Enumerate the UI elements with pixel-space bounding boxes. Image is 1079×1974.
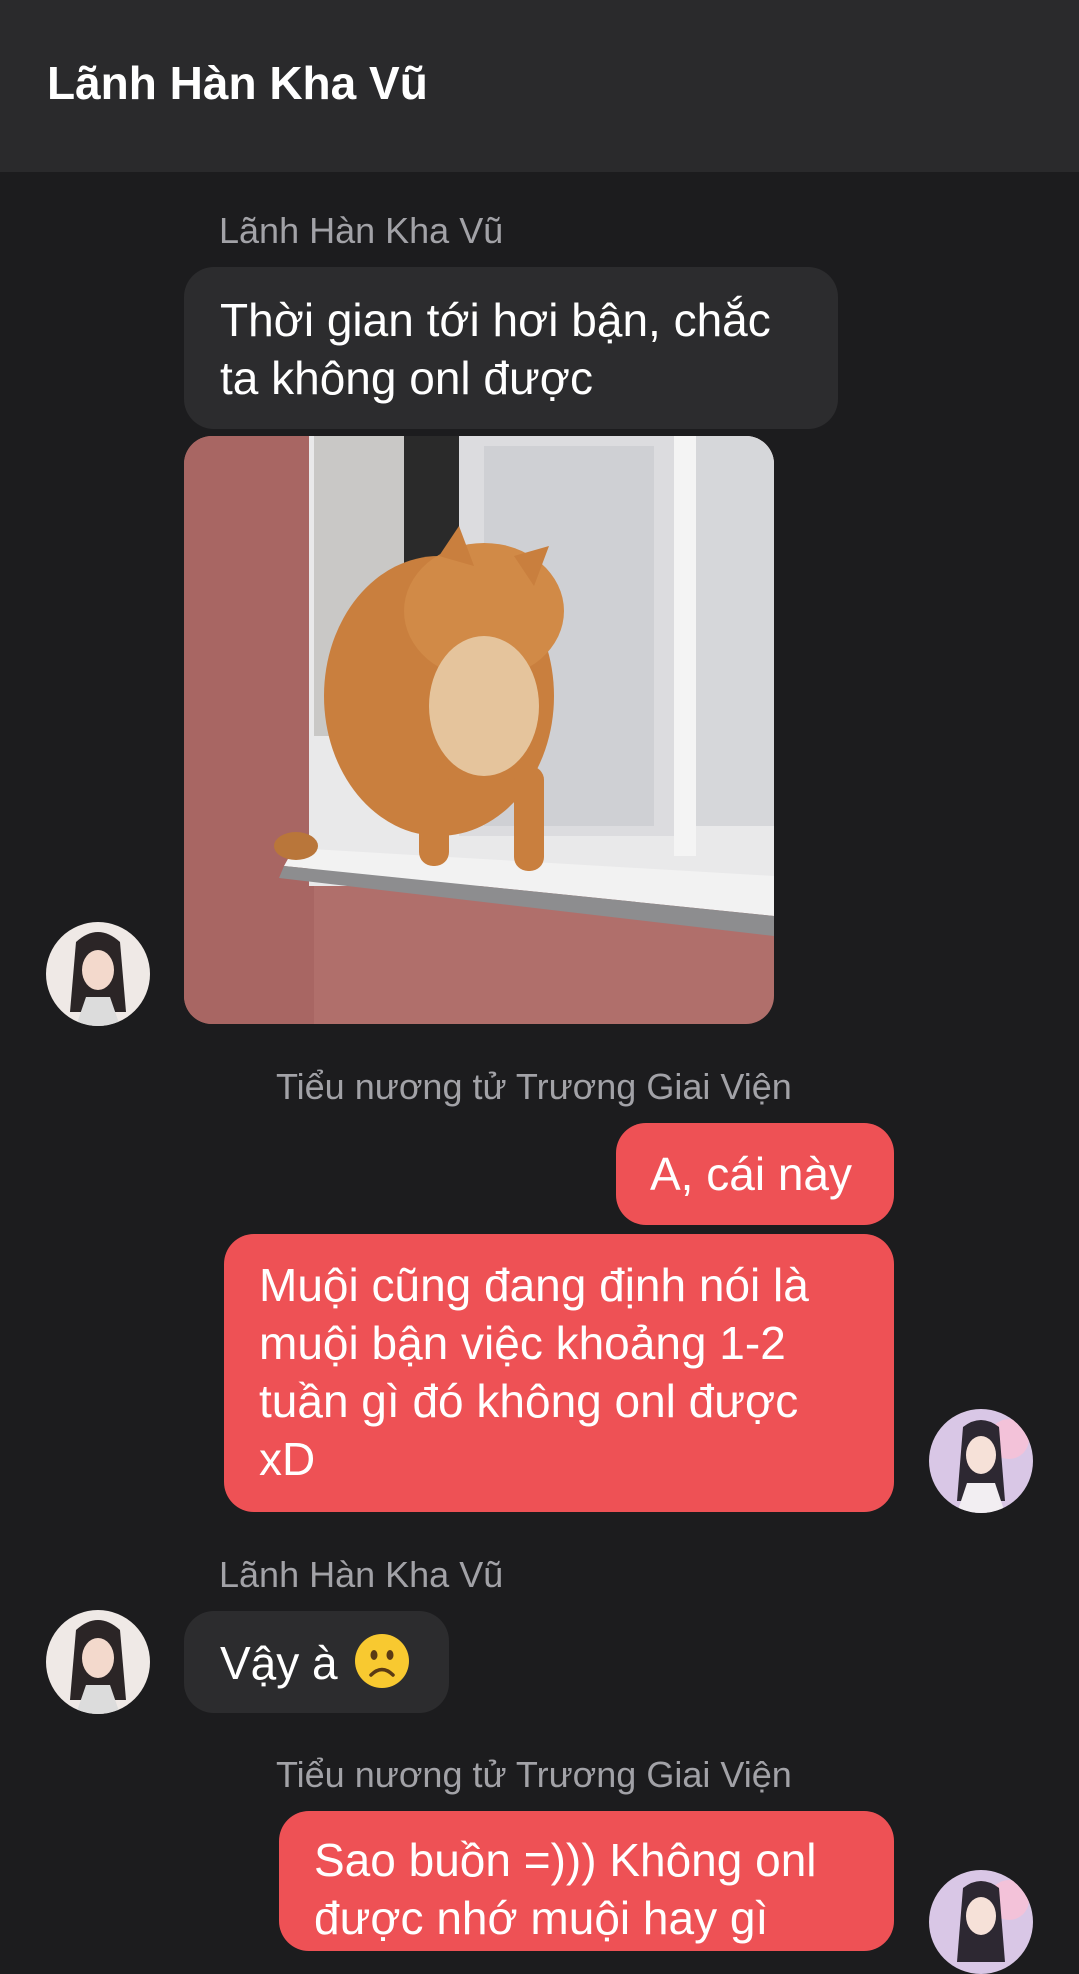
message-line: tuần gì đó không onl được	[259, 1375, 799, 1427]
sender-name: Tiểu nương tử Trương Giai Viện	[276, 1066, 792, 1107]
chat-title[interactable]: Lãnh Hàn Kha Vũ	[47, 56, 428, 110]
message-line: ta không onl được	[220, 352, 593, 404]
frowning-face-icon	[354, 1633, 410, 1689]
sender-name: Tiểu nương tử Trương Giai Viện	[276, 1754, 792, 1795]
message-line: Muội cũng đang định nói là	[259, 1259, 809, 1311]
contact-avatar[interactable]	[46, 1610, 150, 1714]
message-line: Sao buồn =))) Không onl	[314, 1834, 817, 1886]
message-bubble[interactable]: Vậy à	[184, 1611, 449, 1713]
user-avatar[interactable]	[929, 1870, 1033, 1974]
message-line: được nhớ muội hay gì	[314, 1892, 769, 1944]
user-avatar[interactable]	[929, 1409, 1033, 1513]
message-bubble[interactable]: Sao buồn =))) Không onl được nhớ muội ha…	[279, 1811, 894, 1951]
sender-name: Lãnh Hàn Kha Vũ	[219, 210, 504, 251]
message-line: A, cái này	[650, 1148, 852, 1200]
message-bubble[interactable]: Muội cũng đang định nói là muội bận việc…	[224, 1234, 894, 1512]
message-text: Vậy à	[220, 1637, 338, 1689]
message-bubble[interactable]: Thời gian tới hơi bận, chắc ta không onl…	[184, 267, 838, 429]
cat-photo[interactable]	[184, 436, 774, 1024]
message-bubble[interactable]: A, cái này	[616, 1123, 894, 1225]
message-line: muội bận việc khoảng 1-2	[259, 1317, 786, 1369]
message-line: xD	[259, 1433, 316, 1485]
message-line: Thời gian tới hơi bận, chắc	[220, 294, 771, 346]
sender-name: Lãnh Hàn Kha Vũ	[219, 1554, 504, 1595]
contact-avatar[interactable]	[46, 922, 150, 1026]
chat-header: Lãnh Hàn Kha Vũ	[0, 0, 1079, 172]
